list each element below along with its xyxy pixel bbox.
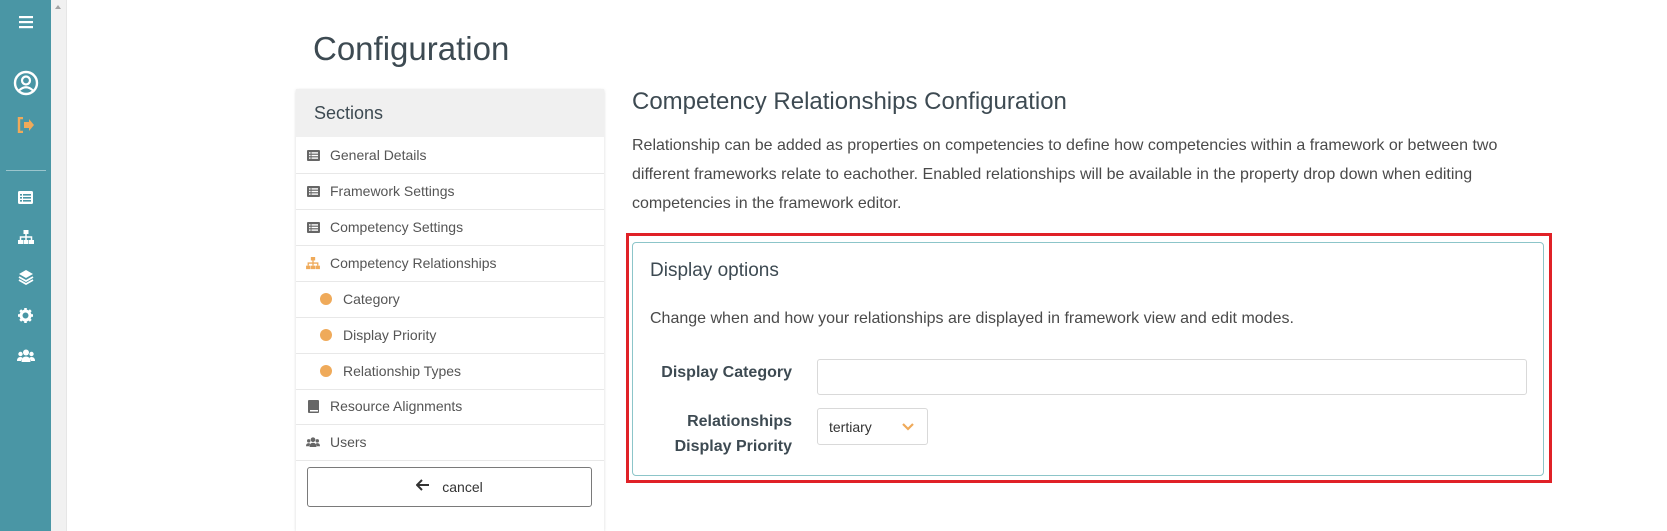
section-item-label: Competency Relationships <box>330 255 497 271</box>
display-priority-select[interactable]: tertiary <box>817 408 928 445</box>
users-icon[interactable] <box>0 347 51 363</box>
layers-icon[interactable] <box>0 268 51 285</box>
sidebar-divider <box>6 170 46 171</box>
display-options-card: Display options Change when and how your… <box>632 242 1544 476</box>
section-item-label: Relationship Types <box>343 363 462 379</box>
book-icon <box>306 399 320 413</box>
cancel-button[interactable]: cancel <box>307 467 592 507</box>
chevron-down-icon <box>902 422 914 431</box>
display-priority-value: tertiary <box>829 418 872 435</box>
dot-icon <box>319 328 333 342</box>
sitemap-icon <box>306 256 320 270</box>
section-item-label: Competency Settings <box>330 219 464 235</box>
display-category-input[interactable] <box>817 359 1527 395</box>
scrollbar[interactable] <box>51 0 67 531</box>
display-priority-label-line1: Relationships <box>687 413 792 430</box>
section-item-general-details[interactable]: General Details <box>296 137 604 174</box>
list-icon <box>306 220 320 234</box>
section-item-competency-settings[interactable]: Competency Settings <box>296 209 604 246</box>
section-item-users[interactable]: Users <box>296 424 604 461</box>
section-item-label: Category <box>343 291 400 307</box>
section-heading: Competency Relationships Configuration <box>632 88 1067 115</box>
section-item-label: Users <box>330 434 367 450</box>
section-subitem-relationship-types[interactable]: Relationship Types <box>296 353 604 390</box>
list-icon[interactable] <box>0 189 51 205</box>
section-item-framework-settings[interactable]: Framework Settings <box>296 173 604 210</box>
cancel-label: cancel <box>442 479 483 495</box>
sections-header: Sections <box>296 89 604 137</box>
users-icon <box>306 435 320 449</box>
scroll-up-arrow-icon[interactable] <box>55 5 61 9</box>
gear-icon[interactable] <box>0 307 51 324</box>
sections-panel: Sections General Details Framework Setti… <box>296 89 604 531</box>
section-subitem-category[interactable]: Category <box>296 281 604 318</box>
list-icon <box>306 148 320 162</box>
section-item-label: General Details <box>330 147 427 163</box>
display-category-label: Display Category <box>661 364 792 381</box>
section-item-label: Display Priority <box>343 327 437 343</box>
display-options-description: Change when and how your relationships a… <box>650 310 1294 327</box>
sidebar <box>0 0 51 531</box>
display-options-title: Display options <box>650 260 779 281</box>
sign-out-icon[interactable] <box>0 116 51 134</box>
section-item-label: Resource Alignments <box>330 398 463 414</box>
section-item-resource-alignments[interactable]: Resource Alignments <box>296 388 604 425</box>
dot-icon <box>319 292 333 306</box>
user-circle-icon[interactable] <box>0 70 51 96</box>
display-priority-label-line2: Display Priority <box>674 438 792 455</box>
display-priority-label: Relationships Display Priority <box>642 409 792 459</box>
menu-icon[interactable] <box>0 12 51 32</box>
section-item-label: Framework Settings <box>330 183 455 199</box>
sitemap-icon[interactable] <box>0 229 51 245</box>
section-item-competency-relationships[interactable]: Competency Relationships <box>296 245 604 282</box>
dot-icon <box>319 364 333 378</box>
section-subitem-display-priority[interactable]: Display Priority <box>296 317 604 354</box>
section-description: Relationship can be added as properties … <box>632 137 1498 212</box>
page-title: Configuration <box>313 30 510 67</box>
sections-header-label: Sections <box>314 103 384 123</box>
arrow-left-icon <box>415 478 430 496</box>
list-icon <box>306 184 320 198</box>
